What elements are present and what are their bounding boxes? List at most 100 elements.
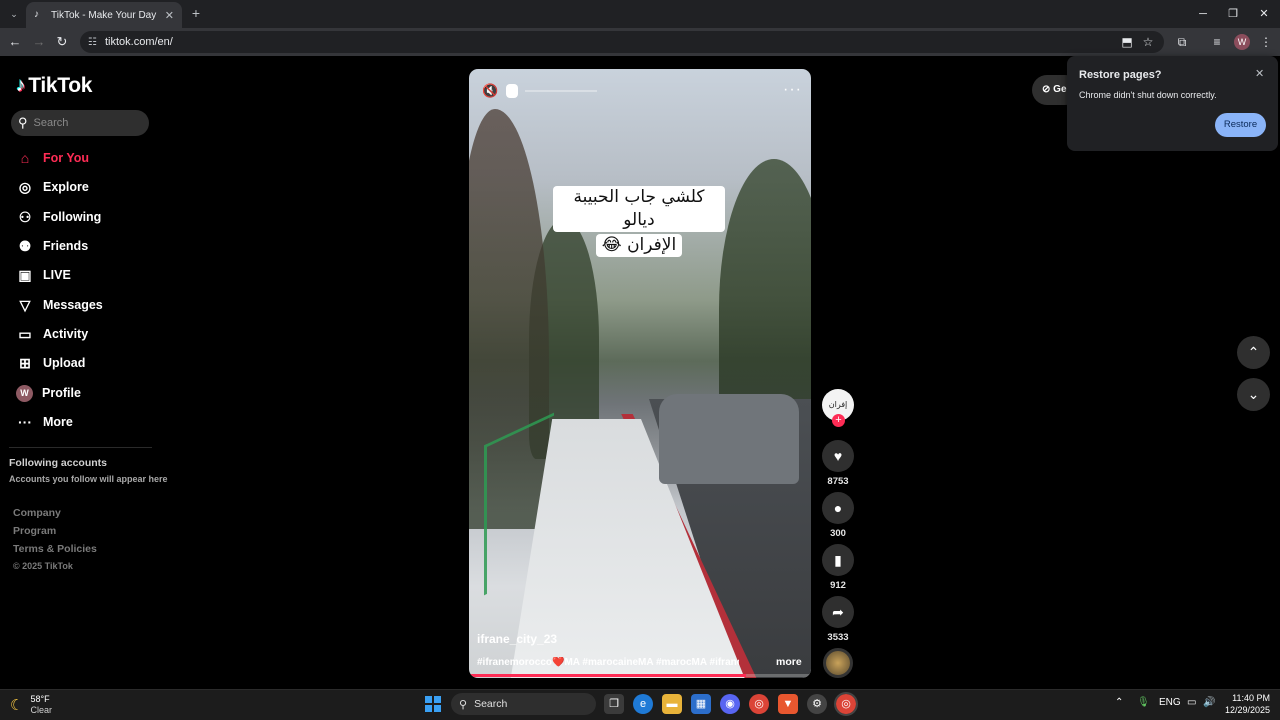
share-button[interactable]: ➦	[822, 596, 854, 628]
clock-time: 11:40 PM	[1232, 693, 1270, 703]
description-more-link[interactable]: more	[776, 656, 802, 668]
microphone-app-icon[interactable]: ▼	[778, 694, 798, 714]
microphone-icon[interactable]: 🎙	[1137, 697, 1150, 708]
close-tab-icon[interactable]: ✕	[165, 9, 174, 22]
search-input[interactable]: ⚲ Search	[11, 110, 149, 136]
footer-link-program[interactable]: Program	[13, 525, 56, 537]
video-hashtags[interactable]: #ifranemorocco❤️MA #marocaineMA #marocMA…	[477, 657, 739, 668]
chrome-menu-icon[interactable]: ⋮	[1257, 33, 1275, 51]
network-icon[interactable]: ▭	[1187, 697, 1196, 708]
sidebar-item-label: For You	[43, 151, 90, 165]
tab-search-chevron-icon[interactable]: ⌄	[6, 6, 22, 22]
sidebar-item-live[interactable]: ▣ LIVE	[16, 264, 71, 286]
sidebar-item-more[interactable]: ··· More	[16, 411, 73, 433]
install-app-icon[interactable]: ⬒	[1118, 33, 1136, 51]
weather-condition: Clear	[30, 705, 52, 715]
sidebar-item-label: Activity	[43, 327, 89, 341]
friends-icon: ⚉	[18, 237, 32, 254]
tray-overflow-icon[interactable]: ⌃	[1115, 697, 1123, 708]
caption-line: الإفران 😂	[595, 234, 683, 257]
send-icon: ▽	[19, 296, 31, 313]
sidebar-item-friends[interactable]: ⚉ Friends	[16, 235, 88, 257]
save-button[interactable]: ▮	[822, 544, 854, 576]
next-video-button[interactable]: ⌄	[1237, 378, 1270, 411]
footer-link-company[interactable]: Company	[13, 507, 61, 519]
tiktok-logo[interactable]: ♪ TikTok	[16, 74, 92, 98]
comment-icon: ●	[833, 500, 843, 516]
moon-icon: ☾	[10, 697, 24, 714]
media-controls-icon[interactable]: ≡	[1208, 33, 1226, 51]
restore-title: Restore pages?	[1079, 69, 1162, 81]
chrome-icon[interactable]: ◎	[749, 694, 769, 714]
footer-link-terms[interactable]: Terms & Policies	[13, 543, 97, 555]
extensions-icon[interactable]: ⧉	[1173, 33, 1191, 51]
comment-count: 300	[830, 528, 846, 539]
sidebar-item-label: Upload	[43, 356, 86, 370]
sidebar-item-activity[interactable]: ▭ Activity	[16, 323, 88, 345]
restore-message: Chrome didn't shut down correctly.	[1079, 90, 1217, 100]
discord-icon[interactable]: ◉	[720, 694, 740, 714]
heart-icon: ♥	[833, 448, 843, 464]
caption-line: كلشي جاب الحبيبة ديالو	[553, 186, 725, 232]
file-explorer-icon[interactable]: ▬	[662, 694, 682, 714]
address-bar[interactable]: ☷ tiktok.com/en/	[80, 31, 1164, 53]
sidebar-item-label: LIVE	[43, 268, 71, 282]
live-icon: ▣	[18, 266, 32, 283]
volume-knob[interactable]	[506, 84, 518, 98]
music-disc[interactable]	[823, 648, 853, 678]
sidebar-item-label: More	[43, 415, 73, 429]
minimize-icon[interactable]: ─	[1188, 4, 1218, 24]
restore-button[interactable]: Restore	[1215, 113, 1266, 137]
task-view-icon[interactable]: ❐	[604, 694, 624, 714]
like-button[interactable]: ♥	[822, 440, 854, 472]
forward-icon[interactable]: →	[30, 33, 48, 51]
video-options-icon[interactable]: ···	[783, 81, 802, 99]
reload-icon[interactable]: ↻	[53, 33, 71, 51]
sidebar-item-messages[interactable]: ▽ Messages	[16, 294, 103, 316]
weather-widget[interactable]: ☾ 58°F Clear	[10, 694, 52, 716]
sidebar-item-upload[interactable]: ⊞ Upload	[16, 352, 85, 374]
bookmark-star-icon[interactable]: ☆	[1139, 33, 1157, 51]
tiktok-note-icon: ♪	[16, 75, 26, 96]
close-icon[interactable]: ✕	[1255, 67, 1264, 80]
previous-video-button[interactable]: ⌃	[1237, 336, 1270, 369]
follow-plus-icon[interactable]: +	[832, 414, 845, 427]
site-info-icon[interactable]: ☷	[88, 37, 97, 48]
comment-button[interactable]: ●	[822, 492, 854, 524]
app-icon[interactable]: ⚙	[807, 694, 827, 714]
sidebar-item-explore[interactable]: ◎ Explore	[16, 176, 89, 198]
person-follow-icon: ⚇	[18, 208, 32, 225]
system-clock[interactable]: 11:40 PM 12/29/2025	[1222, 692, 1270, 716]
sidebar-item-label: Profile	[42, 386, 81, 400]
store-icon[interactable]: ▦	[691, 694, 711, 714]
chrome-profile-avatar[interactable]: W	[1234, 34, 1250, 50]
volume-icon[interactable]: 🔊	[1203, 697, 1215, 708]
home-icon: ⌂	[20, 150, 30, 166]
back-icon[interactable]: ←	[6, 33, 24, 51]
windows-start-icon[interactable]	[425, 696, 441, 712]
taskbar-search-label: Search	[474, 698, 508, 710]
temperature: 58°F	[30, 694, 50, 704]
tab-title: TikTok - Make Your Day	[51, 9, 157, 21]
sidebar-item-for-you[interactable]: ⌂ For You	[16, 147, 89, 169]
maximize-icon[interactable]: ❐	[1218, 4, 1248, 24]
edge-icon[interactable]: e	[633, 694, 653, 714]
browser-tab[interactable]: ♪ TikTok - Make Your Day ✕	[26, 2, 182, 28]
volume-slider[interactable]	[525, 90, 597, 92]
video-player[interactable]: 🔇 ··· كلشي جاب الحبيبة ديالو الإفران 😂 i…	[469, 69, 811, 678]
language-indicator[interactable]: ENG	[1159, 697, 1181, 708]
chevron-up-icon: ⌃	[1247, 344, 1260, 360]
restore-pages-popup: Restore pages? ✕ Chrome didn't shut down…	[1067, 56, 1278, 151]
sidebar-item-profile[interactable]: W Profile	[16, 382, 81, 404]
new-tab-icon[interactable]: +	[188, 5, 204, 21]
taskbar-search[interactable]: ⚲ Search	[451, 693, 596, 715]
sidebar-item-following[interactable]: ⚇ Following	[16, 206, 102, 228]
video-username[interactable]: ifrane_city_23	[477, 632, 557, 646]
video-progress-bar[interactable]	[469, 674, 811, 677]
chevron-down-icon: ⌄	[1247, 386, 1260, 402]
close-window-icon[interactable]: ✕	[1249, 4, 1279, 24]
search-placeholder: Search	[33, 117, 69, 129]
chrome-profile-taskbar-icon[interactable]: ◎	[834, 692, 858, 716]
bookmark-icon: ▮	[834, 552, 842, 568]
muted-speaker-icon[interactable]: 🔇	[482, 83, 500, 99]
